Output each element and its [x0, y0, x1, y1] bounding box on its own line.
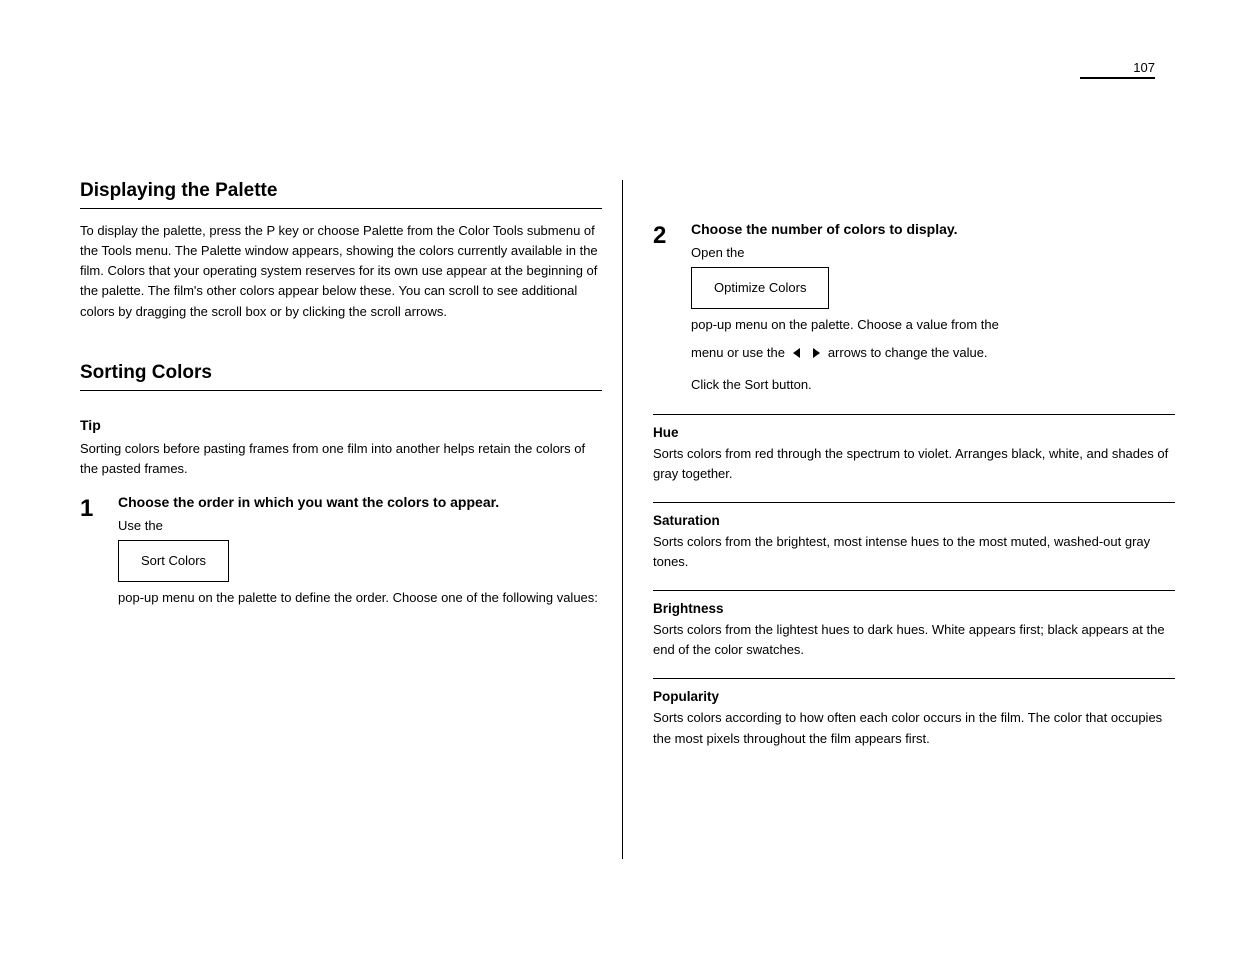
arrow-line-text-after: arrows to change the value. [828, 345, 988, 360]
step-2-number: 2 [653, 222, 679, 250]
rule-popularity-title: Popularity [653, 689, 1175, 704]
rule-hue-body: Sorts colors from red through the spectr… [653, 444, 1175, 484]
step-2-before-button: Open the [691, 245, 745, 260]
step-2-heading: Choose the number of colors to display. [691, 220, 1175, 239]
displaying-palette-body: To display the palette, press the P key … [80, 221, 602, 322]
rule-popularity-body: Sorts colors according to how often each… [653, 708, 1175, 748]
right-column: 2 Choose the number of colors to display… [623, 180, 1175, 859]
two-column-layout: Displaying the Palette To display the pa… [80, 180, 1175, 859]
rule-brightness-body: Sorts colors from the lightest hues to d… [653, 620, 1175, 660]
step-1-body: Use the Sort Colors pop-up menu on the p… [118, 516, 602, 608]
left-column: Displaying the Palette To display the pa… [80, 180, 622, 859]
arrow-instruction-line: menu or use the arrows to change the val… [691, 343, 1175, 363]
rule-hue-title: Hue [653, 425, 1175, 440]
rule-saturation-body: Sorts colors from the brightest, most in… [653, 532, 1175, 572]
arrow-line-text-before: menu or use the [691, 345, 785, 360]
step-1-body-before: Use the [118, 518, 163, 533]
sort-colors-button[interactable]: Sort Colors [118, 540, 229, 582]
step-1-number: 1 [80, 495, 106, 523]
tip-body: Sorting colors before pasting frames fro… [80, 439, 602, 479]
page-number: 107 [1080, 60, 1155, 79]
optimize-colors-button[interactable]: Optimize Colors [691, 267, 829, 309]
rule-brightness: Brightness Sorts colors from the lightes… [653, 590, 1175, 660]
rule-hue: Hue Sorts colors from red through the sp… [653, 414, 1175, 484]
step-2: 2 Choose the number of colors to display… [653, 220, 1175, 396]
step-1-body-after: pop-up menu on the palette to define the… [118, 590, 598, 605]
arrow-right-icon[interactable] [810, 347, 822, 359]
rule-popularity: Popularity Sorts colors according to how… [653, 678, 1175, 748]
step-1: 1 Choose the order in which you want the… [80, 493, 602, 608]
arrow-left-icon[interactable] [791, 347, 803, 359]
step-1-heading: Choose the order in which you want the c… [118, 493, 602, 512]
rule-brightness-title: Brightness [653, 601, 1175, 616]
step-2-body: Open the Optimize Colors pop-up menu on … [691, 243, 1175, 396]
section-title-displaying-palette: Displaying the Palette [80, 180, 602, 209]
step-2-after-button: pop-up menu on the palette. Choose a val… [691, 317, 999, 332]
tip-label: Tip [80, 417, 602, 433]
rule-saturation: Saturation Sorts colors from the brighte… [653, 502, 1175, 572]
section-title-sorting-colors: Sorting Colors [80, 362, 602, 391]
rule-saturation-title: Saturation [653, 513, 1175, 528]
click-sort-instruction: Click the Sort button. [691, 375, 1175, 395]
